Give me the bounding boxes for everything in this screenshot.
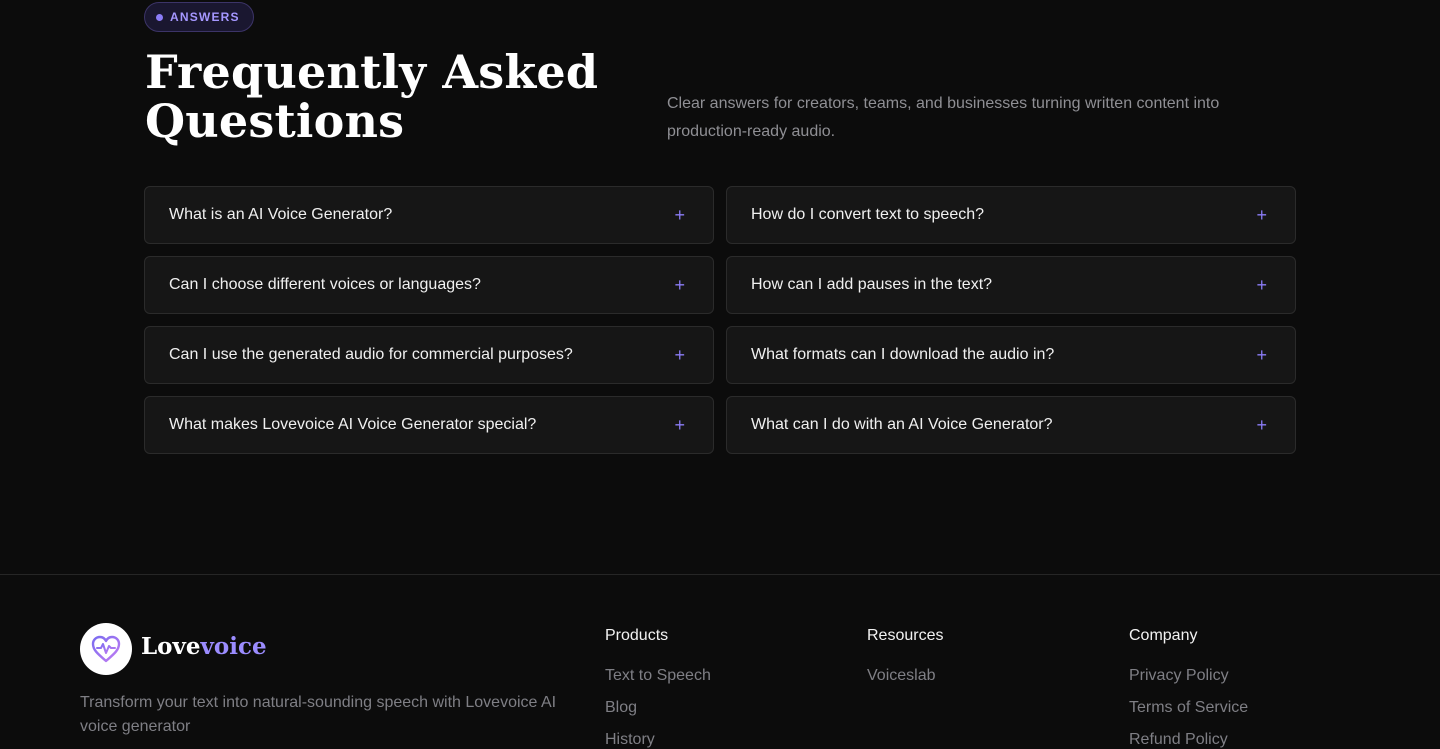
footer-column-company: Company Privacy Policy Terms of Service … bbox=[1129, 625, 1248, 749]
footer-tagline: Transform your text into natural-soundin… bbox=[80, 694, 557, 735]
faq-question: What makes Lovevoice AI Voice Generator … bbox=[169, 416, 537, 433]
faq-question: How do I convert text to speech? bbox=[751, 206, 985, 223]
faq-item[interactable]: What can I do with an AI Voice Generator… bbox=[726, 396, 1296, 454]
footer-column-products: Products Text to Speech Blog History bbox=[605, 625, 711, 749]
answers-badge: ANSWERS bbox=[144, 2, 254, 32]
faq-subtitle: Clear answers for creators, teams, and b… bbox=[667, 95, 1220, 140]
faq-accordion-grid: What is an AI Voice Generator? + How do … bbox=[144, 186, 1296, 454]
page: ANSWERS Frequently Asked Questions Clear … bbox=[0, 0, 1440, 749]
faq-title-line1: Frequently Asked bbox=[145, 45, 599, 99]
footer-column-resources: Resources Voiceslab bbox=[867, 625, 943, 697]
plus-icon[interactable]: + bbox=[674, 206, 685, 224]
faq-item[interactable]: What formats can I download the audio in… bbox=[726, 326, 1296, 384]
faq-question: Can I use the generated audio for commer… bbox=[169, 346, 573, 363]
brand-name[interactable]: Lovevoice bbox=[141, 633, 267, 660]
faq-item[interactable]: Can I choose different voices or languag… bbox=[144, 256, 714, 314]
faq-question: What formats can I download the audio in… bbox=[751, 346, 1055, 363]
footer-heading-company: Company bbox=[1129, 627, 1198, 644]
faq-item[interactable]: How do I convert text to speech? + bbox=[726, 186, 1296, 244]
brand-name-part2: voice bbox=[200, 633, 267, 660]
faq-item[interactable]: Can I use the generated audio for commer… bbox=[144, 326, 714, 384]
faq-question: What can I do with an AI Voice Generator… bbox=[751, 416, 1053, 433]
plus-icon[interactable]: + bbox=[674, 416, 685, 434]
footer-heading-resources: Resources bbox=[867, 627, 944, 644]
faq-title: Frequently Asked Questions bbox=[145, 48, 645, 146]
footer-link-privacy-policy[interactable]: Privacy Policy bbox=[1129, 665, 1248, 687]
badge-label: ANSWERS bbox=[170, 10, 240, 24]
brand-name-part1: Love bbox=[141, 633, 201, 660]
faq-item[interactable]: What makes Lovevoice AI Voice Generator … bbox=[144, 396, 714, 454]
footer-heading-products: Products bbox=[605, 627, 669, 644]
faq-question: Can I choose different voices or languag… bbox=[169, 276, 481, 293]
plus-icon[interactable]: + bbox=[1256, 206, 1267, 224]
badge-dot-icon bbox=[156, 13, 163, 21]
faq-question: What is an AI Voice Generator? bbox=[169, 206, 393, 223]
plus-icon[interactable]: + bbox=[674, 346, 685, 364]
faq-title-line2: Questions bbox=[145, 94, 405, 148]
site-footer: Lovevoice Transform your text into natur… bbox=[0, 574, 1440, 749]
faq-question: How can I add pauses in the text? bbox=[751, 276, 993, 293]
logo[interactable] bbox=[80, 623, 132, 675]
plus-icon[interactable]: + bbox=[674, 276, 685, 294]
footer-link-terms-of-service[interactable]: Terms of Service bbox=[1129, 697, 1248, 719]
footer-link-blog[interactable]: Blog bbox=[605, 697, 711, 719]
footer-link-history[interactable]: History bbox=[605, 729, 711, 749]
footer-link-text-to-speech[interactable]: Text to Speech bbox=[605, 665, 711, 687]
plus-icon[interactable]: + bbox=[1256, 346, 1267, 364]
faq-item[interactable]: How can I add pauses in the text? + bbox=[726, 256, 1296, 314]
faq-item[interactable]: What is an AI Voice Generator? + bbox=[144, 186, 714, 244]
footer-link-refund-policy[interactable]: Refund Policy bbox=[1129, 729, 1248, 749]
footer-link-voiceslab[interactable]: Voiceslab bbox=[867, 665, 943, 687]
plus-icon[interactable]: + bbox=[1256, 276, 1267, 294]
plus-icon[interactable]: + bbox=[1256, 416, 1267, 434]
heart-pulse-icon bbox=[91, 635, 121, 663]
